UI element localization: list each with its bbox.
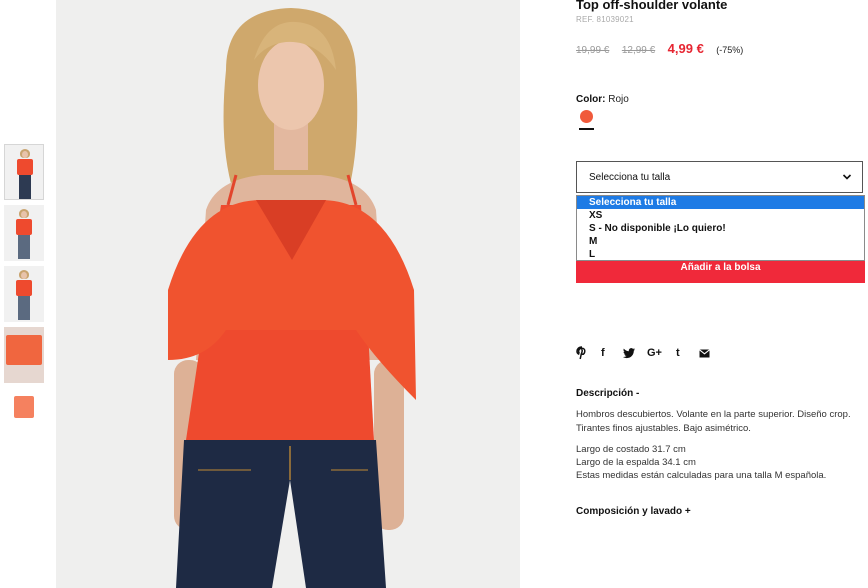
size-option-m[interactable]: M [577,235,864,248]
composition-toggle[interactable]: Composición y lavado + [576,506,691,517]
thumbnail-list [4,144,44,449]
description-text: Hombros descubiertos. Volante en la part… [576,409,851,434]
thumbnail-2[interactable] [4,205,44,261]
color-swatch-rojo[interactable] [580,110,593,123]
price-row: 19,99 € 12,99 € 4,99 € (-75%) [576,40,743,58]
size-option-l[interactable]: L [577,248,864,261]
color-label-row: Color: Rojo [576,94,629,105]
size-option-xs[interactable]: XS [577,209,864,222]
size-select[interactable]: Selecciona tu talla [576,161,863,193]
chevron-down-icon [842,174,852,180]
thumbnail-4[interactable] [4,327,44,383]
selected-swatch-indicator [579,128,594,130]
thumbnail-3[interactable] [4,266,44,322]
google-plus-icon[interactable]: G+ [647,347,662,359]
color-label: Color: [576,94,606,105]
description-toggle[interactable]: Descripción - [576,388,639,399]
previous-price: 12,99 € [621,45,656,56]
size-option-placeholder[interactable]: Selecciona tu talla [577,196,864,209]
measurement-side-length: Largo de costado 31.7 cm [576,444,686,455]
color-value: Rojo [608,94,629,105]
size-option-s[interactable]: S - No disponible ¡Lo quiero! [577,222,864,235]
pinterest-icon[interactable] [576,346,588,360]
facebook-icon[interactable]: f [601,347,605,359]
measurements: Largo de costado 31.7 cm Largo de la esp… [576,443,866,482]
email-icon[interactable] [699,349,710,358]
measurement-back-length: Largo de la espalda 34.1 cm [576,457,696,468]
current-price: 4,99 € [667,41,704,56]
product-title: Top off-shoulder volante [576,0,728,12]
product-reference: REF. 81039021 [576,15,634,24]
model-illustration [56,0,520,588]
size-select-label: Selecciona tu talla [589,172,671,183]
thumbnail-1[interactable] [4,144,44,200]
thumbnail-5[interactable] [4,388,44,444]
product-main-image[interactable] [56,0,520,588]
tumblr-icon[interactable]: t [676,347,680,359]
twitter-icon[interactable] [623,346,636,360]
discount-badge: (-75%) [716,45,744,55]
measurement-note: Estas medidas están calculadas para una … [576,470,827,481]
original-price: 19,99 € [576,45,610,56]
size-dropdown: Selecciona tu talla XS S - No disponible… [576,195,865,261]
